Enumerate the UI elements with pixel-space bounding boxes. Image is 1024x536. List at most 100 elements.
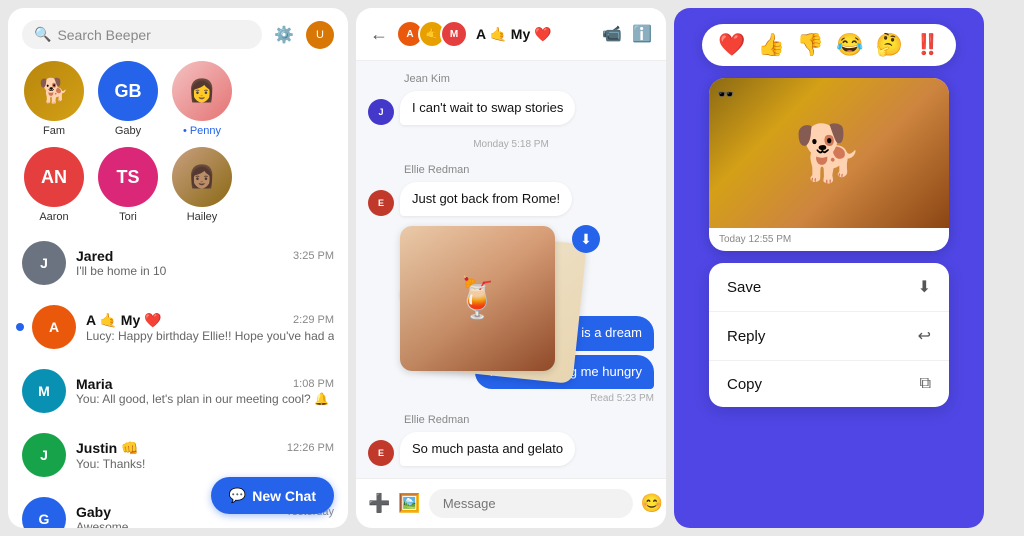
context-menu-reply[interactable]: Reply ↩ [709, 312, 949, 361]
msg-read-receipt: Read 5:23 PM [368, 393, 654, 404]
jared-name: Jared [76, 248, 113, 264]
aaron-avatar: AN [24, 147, 84, 207]
new-chat-label: New Chat [252, 488, 316, 504]
bubble-tori-label: Tori [119, 211, 137, 223]
maria-name: Maria [76, 376, 113, 392]
bubble-penny[interactable]: 👩 • Penny [170, 61, 234, 137]
search-bar: 🔍 Search Beeper ⚙️ U [8, 8, 348, 57]
justin-name: Justin 👊 [76, 440, 139, 457]
react-thumbsdown[interactable]: 👎 [797, 32, 824, 58]
amy-preview: Lucy: Happy birthday Ellie!! Hope you've… [86, 329, 334, 343]
bubbles-section: 🐕 Fam Welcome to blue bubbles! GB Gaby 👩… [8, 57, 348, 231]
image-stack: 🍹 ⬇ [400, 226, 600, 273]
search-input-wrap[interactable]: 🔍 Search Beeper [22, 20, 262, 49]
sender-ellie: Ellie Redman [368, 164, 654, 176]
msg-row-ellie-2: E So much pasta and gelato [368, 432, 654, 466]
tori-avatar: TS [98, 147, 158, 207]
amy-avatar: A [32, 305, 76, 349]
header-icons: ⚙️ U [270, 21, 334, 49]
gaby-chat-avatar: G [22, 497, 66, 528]
chat-item-maria[interactable]: M Maria 1:08 PM You: All good, let's pla… [8, 359, 348, 423]
user-avatar-header[interactable]: U [306, 21, 334, 49]
plus-icon[interactable]: ➕ [368, 493, 390, 514]
mid-header-icons: 📹 ℹ️ [602, 24, 652, 44]
copy-label: Copy [727, 376, 762, 393]
mid-panel: ← A 🤙 M A 🤙 My ❤️ 📹 ℹ️ Jean Kim J I can'… [356, 8, 666, 528]
context-menu-save[interactable]: Save ⬇ [709, 263, 949, 312]
image-icon[interactable]: 🖼️ [398, 493, 420, 514]
back-button[interactable]: ← [370, 24, 388, 45]
react-thumbsup[interactable]: 👍 [757, 32, 784, 58]
bubble-hailey[interactable]: 👩🏽 Hailey [170, 147, 234, 223]
search-placeholder: Search Beeper [57, 27, 150, 43]
jared-content: Jared 3:25 PM I'll be home in 10 [76, 248, 334, 278]
mid-avatar-3: M [440, 20, 468, 48]
time-divider: Monday 5:18 PM [368, 139, 654, 150]
video-icon[interactable]: 📹 [602, 24, 622, 44]
msg-group-jean: Jean Kim J I can't wait to swap stories [368, 73, 654, 125]
msg-row-ellie-1: E Just got back from Rome! [368, 182, 654, 216]
save-label: Save [727, 279, 761, 296]
mid-header: ← A 🤙 M A 🤙 My ❤️ 📹 ℹ️ [356, 8, 666, 61]
new-chat-icon: 💬 [229, 487, 246, 504]
gaby-avatar: GB [98, 61, 158, 121]
dog-timestamp: Today 12:55 PM [709, 228, 949, 251]
context-menu-copy[interactable]: Copy ⧉ [709, 361, 949, 407]
msg-ellie-2: So much pasta and gelato [400, 432, 575, 466]
sender-jean: Jean Kim [368, 73, 654, 85]
new-chat-button[interactable]: 💬 New Chat [211, 477, 334, 514]
react-think[interactable]: 🤔 [876, 32, 903, 58]
gaby-chat-name: Gaby [76, 504, 111, 520]
save-icon: ⬇ [918, 277, 931, 297]
search-icon: 🔍 [34, 26, 51, 43]
reply-label: Reply [727, 328, 765, 345]
info-icon[interactable]: ℹ️ [632, 24, 652, 44]
reply-icon: ↩ [918, 326, 931, 346]
bubble-aaron-label: Aaron [39, 211, 68, 223]
chat-item-jared[interactable]: J Jared 3:25 PM I'll be home in 10 [8, 231, 348, 295]
left-panel: 🔍 Search Beeper ⚙️ U 🐕 Fam Welcome to bl… [8, 8, 348, 528]
bubble-aaron[interactable]: AN Aaron [22, 147, 86, 223]
message-input[interactable] [429, 489, 633, 518]
amy-time: 2:29 PM [293, 314, 334, 326]
justin-avatar: J [22, 433, 66, 477]
mid-header-title: A 🤙 My ❤️ [476, 26, 594, 43]
img-card-front: 🍹 [400, 226, 555, 371]
bubble-gaby[interactable]: Welcome to blue bubbles! GB Gaby [96, 61, 160, 137]
unread-dot-amy [16, 323, 24, 331]
context-menu: Save ⬇ Reply ↩ Copy ⧉ [709, 263, 949, 407]
dog-image: 🐕 🕶️ [709, 78, 949, 228]
bubble-penny-label: • Penny [183, 125, 221, 137]
msg-ellie-1: Just got back from Rome! [400, 182, 572, 216]
chat-item-amy[interactable]: A A 🤙 My ❤️ 2:29 PM Lucy: Happy birthday… [8, 295, 348, 359]
bubbles-row-1: 🐕 Fam Welcome to blue bubbles! GB Gaby 👩… [22, 61, 334, 137]
react-heart[interactable]: ❤️ [718, 32, 745, 58]
mid-input-bar: ➕ 🖼️ 😊 🎤 [356, 478, 666, 528]
justin-content: Justin 👊 12:26 PM You: Thanks! [76, 440, 334, 471]
react-exclaim[interactable]: ‼️ [915, 32, 940, 58]
react-laugh[interactable]: 😂 [836, 32, 863, 58]
justin-preview: You: Thanks! [76, 457, 334, 471]
ellie-avatar: E [368, 190, 394, 216]
maria-time: 1:08 PM [293, 378, 334, 390]
right-panel: ❤️ 👍 👎 😂 🤔 ‼️ 🐕 🕶️ Today 12:55 PM Save ⬇… [674, 8, 984, 528]
emoji-icon[interactable]: 😊 [641, 493, 663, 514]
copy-icon: ⧉ [920, 375, 931, 393]
jean-avatar: J [368, 99, 394, 125]
jared-avatar: J [22, 241, 66, 285]
justin-time: 12:26 PM [287, 442, 334, 454]
jared-preview: I'll be home in 10 [76, 264, 334, 278]
mid-header-avatars: A 🤙 M [396, 20, 468, 48]
bubble-tori[interactable]: TS Tori [96, 147, 160, 223]
download-button-mid[interactable]: ⬇ [572, 225, 600, 253]
bubble-fam[interactable]: 🐕 Fam [22, 61, 86, 137]
bubble-hailey-label: Hailey [187, 211, 218, 223]
amy-name: A 🤙 My ❤️ [86, 312, 162, 329]
settings-icon[interactable]: ⚙️ [270, 21, 298, 49]
bubble-fam-label: Fam [43, 125, 65, 137]
msg-jean: I can't wait to swap stories [400, 91, 575, 125]
msg-group-ellie-1: Ellie Redman E Just got back from Rome! [368, 164, 654, 216]
bubble-gaby-label: Gaby [115, 125, 141, 137]
maria-preview: You: All good, let's plan in our meeting… [76, 392, 334, 406]
maria-content: Maria 1:08 PM You: All good, let's plan … [76, 376, 334, 406]
